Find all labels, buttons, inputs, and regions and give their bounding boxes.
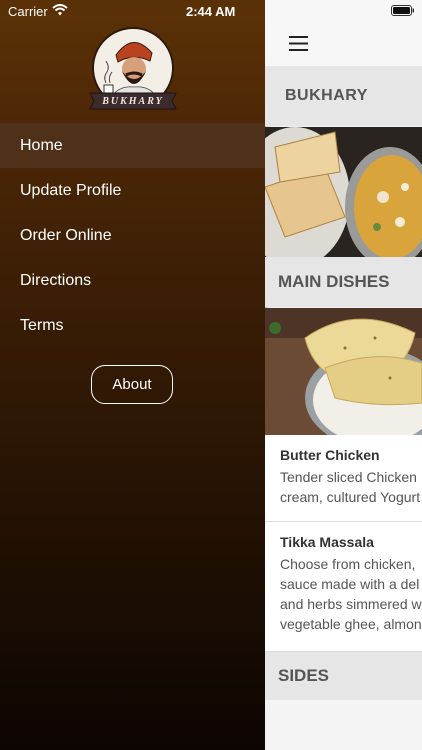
main-content: BUKHARY MAIN DISHES Butter Chicken Tende…	[265, 0, 422, 750]
carrier-label: Carrier	[8, 4, 48, 19]
header-title-bar: BUKHARY	[265, 66, 422, 126]
dish-description: Tender sliced Chicken cream, cultured Yo…	[280, 469, 421, 505]
dish-row-tikka-massala[interactable]: Tikka Massala Choose from chicken, sauce…	[265, 522, 422, 652]
menu-item-update-profile[interactable]: Update Profile	[0, 168, 265, 213]
dish-row-butter-chicken[interactable]: Butter Chicken Tender sliced Chicken cre…	[265, 435, 422, 522]
logo-wordmark: BUKHARY	[102, 96, 164, 107]
menu-item-terms[interactable]: Terms	[0, 303, 265, 348]
menu-item-directions[interactable]: Directions	[0, 258, 265, 303]
menu-item-home[interactable]: Home	[0, 123, 265, 168]
hamburger-icon[interactable]	[289, 36, 308, 51]
dish-description: Choose from chicken, sauce made with a d…	[280, 556, 422, 632]
wifi-icon	[52, 4, 68, 16]
status-time: 2:44 AM	[186, 4, 236, 19]
status-bar: Carrier 2:44 AM	[0, 0, 265, 22]
about-button[interactable]: About	[91, 365, 173, 404]
side-drawer: BUKHARY Home Update Profile Order Online…	[0, 0, 265, 750]
menu-item-order-online[interactable]: Order Online	[0, 213, 265, 258]
dish-title: Butter Chicken	[280, 447, 380, 463]
main-status-bar	[265, 0, 422, 22]
bottom-area	[265, 700, 422, 750]
food-photo-papadum	[265, 308, 422, 435]
section-main-dishes: MAIN DISHES	[265, 257, 422, 307]
drawer-menu: Home Update Profile Order Online Directi…	[0, 123, 265, 348]
dish-title: Tikka Massala	[280, 534, 374, 550]
nav-bar	[265, 22, 422, 67]
battery-icon	[391, 5, 414, 16]
section-sides: SIDES	[265, 652, 422, 700]
food-photo-samosa	[265, 127, 422, 257]
